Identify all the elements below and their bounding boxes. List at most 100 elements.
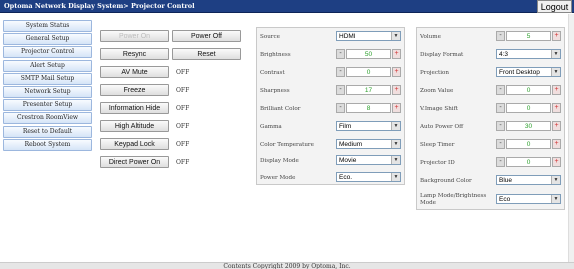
zoom-value-increase-button[interactable]: + bbox=[552, 85, 561, 95]
vertical-scrollbar[interactable] bbox=[568, 14, 574, 262]
background-color-row: Background Color Blue ▼ bbox=[420, 175, 561, 187]
display-format-label: Display Format bbox=[420, 52, 464, 58]
auto-power-off-value[interactable]: 30 bbox=[506, 121, 551, 131]
contrast-value[interactable]: 0 bbox=[346, 67, 391, 77]
image-settings-panel: Source HDMI ▼ Brightness - 50 + Contrast … bbox=[256, 27, 405, 185]
sidebar-item-presenter-setup[interactable]: Presenter Setup bbox=[3, 99, 92, 112]
brightness-decrease-button[interactable]: - bbox=[336, 49, 345, 59]
display-mode-row: Display Mode Movie ▼ bbox=[260, 155, 401, 167]
direct-power-on-state: OFF bbox=[176, 159, 190, 166]
projector-id-value[interactable]: 0 bbox=[506, 157, 551, 167]
color-temperature-row: Color Temperature Medium ▼ bbox=[260, 139, 401, 151]
source-select[interactable]: HDMI ▼ bbox=[336, 31, 401, 41]
high-altitude-button[interactable]: High Altitude bbox=[100, 120, 169, 132]
freeze-button[interactable]: Freeze bbox=[100, 84, 169, 96]
display-mode-label: Display Mode bbox=[260, 158, 299, 164]
gamma-label: Gamma bbox=[260, 124, 282, 130]
power-on-button[interactable]: Power On bbox=[100, 30, 169, 42]
v-image-shift-label: V.Image Shift bbox=[420, 106, 458, 112]
auto-power-off-increase-button[interactable]: + bbox=[552, 121, 561, 131]
auto-power-off-stepper: - 30 + bbox=[496, 121, 561, 131]
lamp-mode-select[interactable]: Eco ▼ bbox=[496, 194, 561, 204]
keypad-lock-state: OFF bbox=[176, 141, 190, 148]
projector-id-stepper: - 0 + bbox=[496, 157, 561, 167]
projector-id-decrease-button[interactable]: - bbox=[496, 157, 505, 167]
source-value: HDMI bbox=[339, 33, 356, 40]
sidebar-item-reset-to-default[interactable]: Reset to Default bbox=[3, 125, 92, 138]
sleep-timer-value[interactable]: 0 bbox=[506, 139, 551, 149]
chevron-down-icon: ▼ bbox=[551, 50, 560, 58]
information-hide-button[interactable]: Information Hide bbox=[100, 102, 169, 114]
sharpness-increase-button[interactable]: + bbox=[392, 85, 401, 95]
sleep-timer-label: Sleep Timer bbox=[420, 142, 455, 148]
projector-id-increase-button[interactable]: + bbox=[552, 157, 561, 167]
zoom-value-value[interactable]: 0 bbox=[506, 85, 551, 95]
gamma-select[interactable]: Film ▼ bbox=[336, 121, 401, 131]
logout-button[interactable]: Logout bbox=[537, 0, 572, 13]
v-image-shift-increase-button[interactable]: + bbox=[552, 103, 561, 113]
volume-label: Volume bbox=[420, 34, 441, 40]
projection-select[interactable]: Front Desktop ▼ bbox=[496, 67, 561, 77]
brilliant-color-label: Brilliant Color bbox=[260, 106, 301, 112]
sleep-timer-decrease-button[interactable]: - bbox=[496, 139, 505, 149]
power-mode-select[interactable]: Eco. ▼ bbox=[336, 172, 401, 182]
display-format-select[interactable]: 4:3 ▼ bbox=[496, 49, 561, 59]
contrast-decrease-button[interactable]: - bbox=[336, 67, 345, 77]
reset-button[interactable]: Reset bbox=[172, 48, 241, 60]
volume-decrease-button[interactable]: - bbox=[496, 31, 505, 41]
zoom-value-decrease-button[interactable]: - bbox=[496, 85, 505, 95]
freeze-state: OFF bbox=[176, 87, 190, 94]
direct-power-on-button[interactable]: Direct Power On bbox=[100, 156, 169, 168]
volume-value[interactable]: 5 bbox=[506, 31, 551, 41]
keypad-lock-button[interactable]: Keypad Lock bbox=[100, 138, 169, 150]
av-mute-button[interactable]: AV Mute bbox=[100, 66, 169, 78]
volume-stepper: - 5 + bbox=[496, 31, 561, 41]
top-bar: Optoma Network Display System> Projector… bbox=[0, 0, 574, 13]
chevron-down-icon: ▼ bbox=[391, 156, 400, 164]
gamma-value: Film bbox=[339, 123, 352, 130]
sidebar-item-projector-control[interactable]: Projector Control bbox=[3, 46, 92, 59]
auto-power-off-decrease-button[interactable]: - bbox=[496, 121, 505, 131]
sidebar-item-crestron-roomview[interactable]: Crestron RoomView bbox=[3, 112, 92, 125]
display-mode-select[interactable]: Movie ▼ bbox=[336, 155, 401, 165]
resync-button[interactable]: Resync bbox=[100, 48, 169, 60]
sidebar-item-reboot-system[interactable]: Reboot System bbox=[3, 138, 92, 151]
v-image-shift-decrease-button[interactable]: - bbox=[496, 103, 505, 113]
high-altitude-state: OFF bbox=[176, 123, 190, 130]
volume-increase-button[interactable]: + bbox=[552, 31, 561, 41]
sidebar-item-network-setup[interactable]: Network Setup bbox=[3, 85, 92, 98]
chevron-down-icon: ▼ bbox=[391, 32, 400, 40]
contrast-row: Contrast - 0 + bbox=[260, 67, 401, 79]
sharpness-decrease-button[interactable]: - bbox=[336, 85, 345, 95]
power-mode-row: Power Mode Eco. ▼ bbox=[260, 172, 401, 184]
av-mute-state: OFF bbox=[176, 69, 190, 76]
sleep-timer-stepper: - 0 + bbox=[496, 139, 561, 149]
contrast-stepper: - 0 + bbox=[336, 67, 401, 77]
brightness-increase-button[interactable]: + bbox=[392, 49, 401, 59]
power-mode-value: Eco. bbox=[339, 174, 353, 181]
power-off-button[interactable]: Power Off bbox=[172, 30, 241, 42]
color-temperature-value: Medium bbox=[339, 141, 363, 148]
brilliant-color-value[interactable]: 8 bbox=[346, 103, 391, 113]
sleep-timer-row: Sleep Timer - 0 + bbox=[420, 139, 561, 151]
brilliant-color-increase-button[interactable]: + bbox=[392, 103, 401, 113]
chevron-down-icon: ▼ bbox=[391, 122, 400, 130]
source-label: Source bbox=[260, 34, 280, 40]
sidebar-item-alert-setup[interactable]: Alert Setup bbox=[3, 59, 92, 72]
sidebar-item-general-setup[interactable]: General Setup bbox=[3, 33, 92, 46]
v-image-shift-value[interactable]: 0 bbox=[506, 103, 551, 113]
chevron-down-icon: ▼ bbox=[551, 176, 560, 184]
contrast-increase-button[interactable]: + bbox=[392, 67, 401, 77]
color-temperature-select[interactable]: Medium ▼ bbox=[336, 139, 401, 149]
sleep-timer-increase-button[interactable]: + bbox=[552, 139, 561, 149]
background-color-select[interactable]: Blue ▼ bbox=[496, 175, 561, 185]
auto-power-off-row: Auto Power Off - 30 + bbox=[420, 121, 561, 133]
sidebar-item-smtp-mail-setup[interactable]: SMTP Mail Setup bbox=[3, 72, 92, 85]
lamp-mode-label: Lamp Mode/Brightness Mode bbox=[420, 193, 487, 206]
chevron-down-icon: ▼ bbox=[551, 68, 560, 76]
projector-settings-panel: Volume - 5 + Display Format 4:3 ▼ Project… bbox=[416, 27, 565, 210]
sidebar-item-system-status[interactable]: System Status bbox=[3, 20, 92, 32]
brightness-value[interactable]: 50 bbox=[346, 49, 391, 59]
sharpness-value[interactable]: 17 bbox=[346, 85, 391, 95]
brilliant-color-decrease-button[interactable]: - bbox=[336, 103, 345, 113]
